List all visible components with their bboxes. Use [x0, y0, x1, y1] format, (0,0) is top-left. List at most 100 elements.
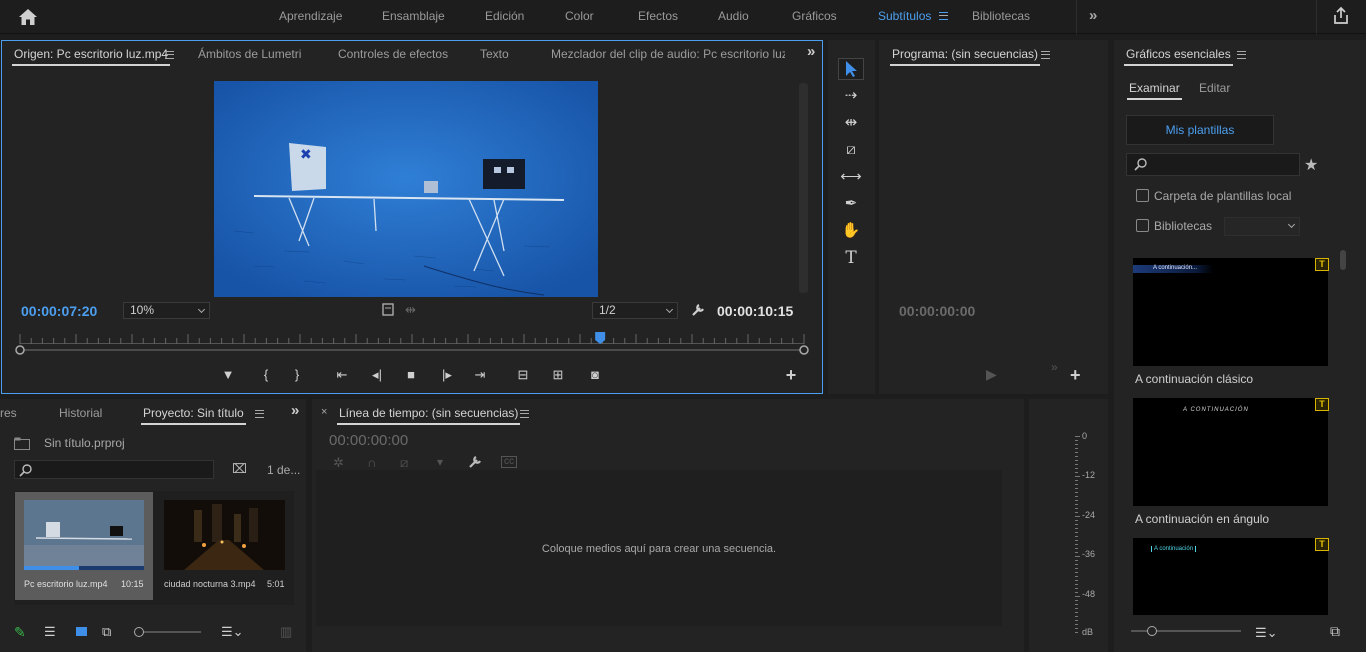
step-back-icon[interactable]: ◂| [369, 367, 385, 383]
workspace-bibliotecas[interactable]: Bibliotecas [972, 9, 1030, 23]
my-templates-button[interactable]: Mis plantillas [1126, 115, 1274, 145]
pen-tool-icon[interactable]: ✒ [838, 193, 864, 215]
export-frame-settings-icon[interactable] [382, 303, 394, 316]
timeline-settings-icon[interactable] [467, 454, 483, 470]
clip-thumbnail[interactable] [164, 500, 285, 570]
icon-view-icon[interactable] [76, 627, 87, 636]
ripple-edit-tool-icon[interactable]: ⇹ [838, 112, 864, 134]
snap-icon[interactable]: ∩ [367, 455, 376, 470]
stop-icon[interactable]: ■ [403, 367, 419, 383]
essential-graphics-menu-icon[interactable] [1237, 51, 1246, 59]
template-thumbnail[interactable]: A continuación T [1133, 538, 1329, 615]
tab-lumetri-scopes[interactable]: Ámbitos de Lumetri [198, 47, 301, 61]
source-scrollbar[interactable] [799, 83, 808, 293]
captions-icon[interactable]: cc [501, 456, 517, 468]
add-marker-icon[interactable]: ▾ [437, 455, 443, 469]
tab-source[interactable]: Origen: Pc escritorio luz.mp4 [11, 47, 171, 66]
timeline-menu-icon[interactable] [520, 410, 529, 418]
source-scrubber[interactable] [14, 330, 812, 358]
tab-audio-clip-mixer[interactable]: Mezclador del clip de audio: Pc escritor… [551, 47, 785, 61]
add-marker-icon[interactable]: ▼ [220, 367, 236, 383]
template-thumbnail[interactable]: A CONTINUACIÓN T [1133, 398, 1329, 506]
button-editor-icon[interactable]: + [783, 366, 799, 384]
hand-tool-icon[interactable]: ✋ [838, 220, 864, 242]
more-tabs-icon[interactable]: » [291, 402, 299, 419]
zoom-dropdown[interactable]: 10% [123, 302, 210, 319]
more-controls-icon[interactable]: » [1051, 360, 1058, 374]
workspace-edicion[interactable]: Edición [485, 9, 524, 23]
freeform-view-icon[interactable]: ⧉ [102, 624, 111, 640]
workspace-menu-icon[interactable] [939, 12, 948, 20]
source-panel-menu-icon[interactable] [165, 51, 174, 59]
tab-truncated[interactable]: res [0, 406, 17, 420]
selection-tool-icon[interactable] [844, 60, 858, 78]
razor-tool-icon[interactable]: ⧄ [838, 139, 864, 161]
workspace-efectos[interactable]: Efectos [638, 9, 678, 23]
project-search-input[interactable] [14, 460, 214, 479]
source-current-time[interactable]: 00:00:07:20 [21, 303, 97, 319]
slip-tool-icon[interactable]: ⟷ [838, 166, 864, 188]
sort-icon[interactable]: ☰⌄ [221, 624, 244, 640]
playhead[interactable] [595, 332, 606, 344]
libraries-checkbox[interactable] [1136, 219, 1149, 232]
tab-history[interactable]: Historial [59, 406, 102, 420]
mark-in-icon[interactable]: { [258, 367, 274, 383]
workspace-graficos[interactable]: Gráficos [792, 9, 837, 23]
new-bin-icon[interactable]: ⌧ [232, 461, 247, 477]
slider-handle[interactable] [1147, 626, 1157, 636]
project-panel-menu-icon[interactable] [255, 410, 264, 418]
automate-sequence-icon[interactable]: ▥ [280, 624, 292, 640]
meter-tick [1075, 444, 1078, 445]
more-tabs-icon[interactable]: » [807, 43, 815, 60]
mark-out-icon[interactable]: } [289, 367, 305, 383]
share-icon[interactable] [1332, 6, 1350, 26]
nest-icon[interactable]: ✲ [333, 455, 344, 471]
timeline-time[interactable]: 00:00:00:00 [329, 432, 408, 449]
resolution-dropdown[interactable]: 1/2 [592, 302, 678, 319]
tab-effect-controls[interactable]: Controles de efectos [338, 47, 448, 61]
new-layer-icon[interactable]: ⧉ [1330, 623, 1340, 640]
clip-thumbnail[interactable] [24, 500, 144, 570]
program-button-editor-icon[interactable]: + [1070, 365, 1081, 386]
templates-scrollbar-thumb[interactable] [1340, 250, 1346, 270]
essential-graphics-title[interactable]: Gráficos esenciales [1124, 47, 1233, 66]
tab-edit[interactable]: Editar [1199, 81, 1230, 95]
favorites-star-icon[interactable]: ★ [1304, 155, 1318, 175]
sort-icon[interactable]: ☰⌄ [1255, 625, 1278, 641]
workspace-aprendizaje[interactable]: Aprendizaje [279, 9, 342, 23]
template-thumbnail[interactable]: A continuación... T [1133, 258, 1329, 366]
templates-search-input[interactable] [1126, 153, 1300, 176]
type-tool-icon[interactable]: T [838, 247, 864, 269]
home-icon[interactable] [17, 7, 39, 27]
go-to-in-icon[interactable]: ⇤ [334, 367, 350, 383]
local-templates-checkbox[interactable] [1136, 189, 1149, 202]
program-time[interactable]: 00:00:00:00 [899, 303, 975, 319]
more-workspaces-icon[interactable]: » [1089, 7, 1097, 24]
go-to-out-icon[interactable]: ⇥ [472, 367, 488, 383]
zoom-slider[interactable] [139, 631, 201, 633]
wrench-icon[interactable] [690, 302, 706, 318]
workspace-ensamblaje[interactable]: Ensamblaje [382, 9, 445, 23]
overwrite-icon[interactable]: ⊞ [550, 367, 566, 383]
program-panel-menu-icon[interactable] [1041, 51, 1050, 59]
tab-project[interactable]: Proyecto: Sin título [141, 406, 246, 425]
insert-overlay-icon[interactable]: ⇹ [405, 302, 416, 318]
linked-selection-icon[interactable]: ⧄ [400, 455, 408, 471]
tab-timeline[interactable]: Línea de tiempo: (sin secuencias) [336, 406, 521, 425]
export-frame-icon[interactable]: ◙ [587, 367, 603, 383]
play-icon[interactable]: ▶ [986, 366, 997, 383]
list-view-icon[interactable]: ☰ [44, 624, 56, 640]
insert-icon[interactable]: ⊟ [515, 367, 531, 383]
tab-browse[interactable]: Examinar [1127, 81, 1182, 100]
tab-program[interactable]: Programa: (sin secuencias) [889, 47, 1041, 66]
slider-handle[interactable] [134, 627, 144, 637]
track-select-tool-icon[interactable]: ⇢ [838, 85, 864, 107]
close-tab-icon[interactable]: × [321, 406, 327, 418]
workspace-subtitulos[interactable]: Subtítulos [878, 9, 931, 23]
workspace-color[interactable]: Color [565, 9, 594, 23]
pencil-icon[interactable]: ✎ [14, 624, 26, 641]
step-forward-icon[interactable]: |▸ [439, 367, 455, 383]
workspace-audio[interactable]: Audio [718, 9, 749, 23]
tab-text[interactable]: Texto [480, 47, 509, 61]
libraries-dropdown[interactable] [1224, 217, 1300, 236]
